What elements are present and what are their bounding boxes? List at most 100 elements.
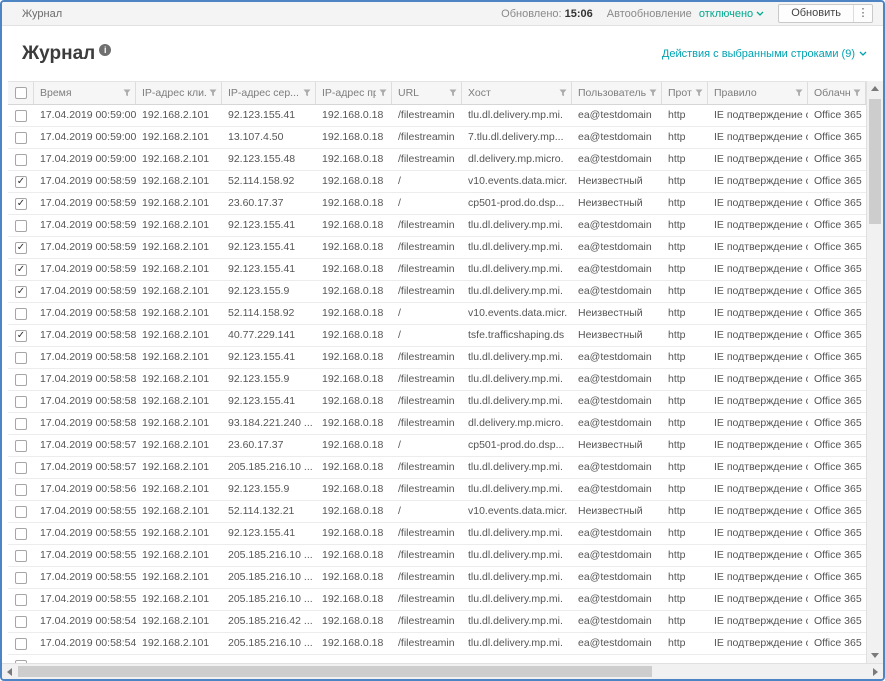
- cell-cloud: Office 365: [814, 549, 862, 561]
- row-checkbox[interactable]: [15, 505, 27, 518]
- selected-rows-actions-link[interactable]: Действия с выбранными строками (9): [662, 48, 867, 60]
- row-checkbox-cell: [8, 567, 34, 588]
- cell-host: dl.delivery.mp.micro.: [468, 417, 564, 429]
- cell-proxy-ip: 192.168.0.18: [322, 395, 384, 407]
- filter-icon[interactable]: [209, 89, 217, 97]
- kebab-menu-button[interactable]: ⋮: [854, 5, 872, 22]
- cell-client-ip: 192.168.2.101: [142, 593, 210, 605]
- scroll-up-icon[interactable]: [871, 86, 879, 91]
- updated-status: Обновлено: 15:06: [501, 8, 593, 20]
- cell-user: ea@testdomain: [578, 461, 652, 473]
- table-row: 17.04.2019 00:58:58 192.168.2.101 92.123.1…: [8, 369, 866, 391]
- column-header-host[interactable]: Хост: [462, 82, 572, 104]
- row-checkbox[interactable]: ✓: [15, 197, 27, 210]
- filter-icon[interactable]: [449, 89, 457, 97]
- row-checkbox[interactable]: [15, 307, 27, 320]
- filter-icon[interactable]: [123, 89, 131, 97]
- select-all-checkbox[interactable]: [14, 87, 27, 99]
- filter-icon[interactable]: [695, 89, 703, 97]
- row-checkbox[interactable]: [15, 571, 27, 584]
- row-checkbox[interactable]: [15, 549, 27, 562]
- column-header-cloud[interactable]: Облачная с: [808, 82, 866, 104]
- row-checkbox[interactable]: ✓: [15, 329, 27, 342]
- cell-proxy-ip: 192.168.0.18: [322, 461, 384, 473]
- row-checkbox[interactable]: [15, 395, 27, 408]
- vertical-scrollbar-thumb[interactable]: [869, 99, 881, 224]
- refresh-button[interactable]: Обновить: [779, 5, 854, 22]
- row-checkbox[interactable]: ✓: [15, 241, 27, 254]
- autorefresh-state-dropdown[interactable]: отключено: [699, 8, 764, 20]
- filter-icon[interactable]: [853, 89, 861, 97]
- cell-host: 7.tlu.dl.delivery.mp...: [468, 131, 564, 143]
- column-header-time[interactable]: Время: [34, 82, 136, 104]
- table-row: 17.04.2019 00:58:54 192.168.2.101 205.185.…: [8, 611, 866, 633]
- cell-time: 17.04.2019 00:59:00: [40, 153, 136, 165]
- row-checkbox[interactable]: ✓: [15, 175, 27, 188]
- cell-proxy-ip: 192.168.0.18: [322, 505, 384, 517]
- cell-proxy-ip: 192.168.0.18: [322, 307, 384, 319]
- cell-host: v10.events.data.micr.: [468, 307, 568, 319]
- row-checkbox[interactable]: ✓: [15, 285, 27, 298]
- scroll-left-icon[interactable]: [7, 668, 12, 676]
- column-header-client-ip[interactable]: IP-адрес кли...: [136, 82, 222, 104]
- row-checkbox[interactable]: [15, 219, 27, 232]
- column-header-user[interactable]: Пользователь: [572, 82, 662, 104]
- cell-host: tlu.dl.delivery.mp.mi.: [468, 637, 563, 649]
- table-row: ✓ 17.04.2019 00:58:59 192.168.2.101 92.123.…: [8, 281, 866, 303]
- vertical-scrollbar[interactable]: [866, 81, 883, 663]
- row-checkbox[interactable]: [15, 351, 27, 364]
- cell-protocol: http: [668, 505, 686, 517]
- row-checkbox[interactable]: [15, 483, 27, 496]
- row-checkbox[interactable]: [15, 131, 27, 144]
- row-checkbox-cell: [8, 655, 34, 663]
- cell-cloud: Office 365: [814, 483, 862, 495]
- horizontal-scrollbar[interactable]: [2, 663, 883, 679]
- cell-protocol: http: [668, 439, 686, 451]
- row-checkbox[interactable]: [15, 153, 27, 166]
- row-checkbox[interactable]: [15, 417, 27, 430]
- cell-user: ea@testdomain: [578, 219, 652, 231]
- row-checkbox[interactable]: ✓: [15, 263, 27, 276]
- column-header-server-ip[interactable]: IP-адрес сер...: [222, 82, 316, 104]
- cell-proxy-ip: 192.168.0.18: [322, 263, 384, 275]
- row-checkbox[interactable]: [15, 109, 27, 122]
- column-header-proxy-ip[interactable]: IP-адрес про...: [316, 82, 392, 104]
- row-checkbox-cell: [8, 347, 34, 368]
- filter-icon[interactable]: [649, 89, 657, 97]
- filter-icon[interactable]: [303, 89, 311, 97]
- cell-protocol: http: [668, 109, 686, 121]
- row-checkbox[interactable]: [15, 637, 27, 650]
- filter-icon[interactable]: [379, 89, 387, 97]
- row-checkbox[interactable]: [15, 373, 27, 386]
- cell-user: ea@testdomain: [578, 549, 652, 561]
- info-icon[interactable]: i: [99, 43, 112, 56]
- table-row: ✓ 17.04.2019 00:58:59 192.168.2.101 92.123.…: [8, 259, 866, 281]
- cell-url: /filestreamin: [398, 417, 455, 429]
- horizontal-scrollbar-thumb[interactable]: [18, 666, 652, 677]
- filter-icon[interactable]: [559, 89, 567, 97]
- cell-rule: IE подтверждение с.: [714, 439, 808, 451]
- cell-url: /filestreamin: [398, 263, 455, 275]
- row-checkbox[interactable]: [15, 461, 27, 474]
- column-header-rule[interactable]: Правило: [708, 82, 808, 104]
- table-row: 17.04.2019 00:58:58 192.168.2.101 52.114.1…: [8, 303, 866, 325]
- cell-server-ip: 92.123.155.41: [228, 395, 296, 407]
- row-checkbox[interactable]: [15, 593, 27, 606]
- column-header-url[interactable]: URL: [392, 82, 462, 104]
- cell-time: 17.04.2019 00:58:55: [40, 593, 136, 605]
- cell-server-ip: 92.123.155.9: [228, 285, 290, 297]
- cell-protocol: http: [668, 307, 686, 319]
- row-checkbox[interactable]: [15, 439, 27, 452]
- cell-protocol: http: [668, 285, 686, 297]
- cell-protocol: http: [668, 593, 686, 605]
- filter-icon[interactable]: [795, 89, 803, 97]
- breadcrumb: Журнал: [22, 7, 63, 20]
- cell-server-ip: 23.60.17.37: [228, 439, 284, 451]
- cell-url: /filestreamin: [398, 219, 455, 231]
- row-checkbox[interactable]: [15, 527, 27, 540]
- column-header-protocol[interactable]: Проток...: [662, 82, 708, 104]
- row-checkbox[interactable]: [15, 615, 27, 628]
- scroll-right-icon[interactable]: [873, 668, 878, 676]
- scroll-down-icon[interactable]: [871, 653, 879, 658]
- cell-host: tlu.dl.delivery.mp.mi.: [468, 395, 563, 407]
